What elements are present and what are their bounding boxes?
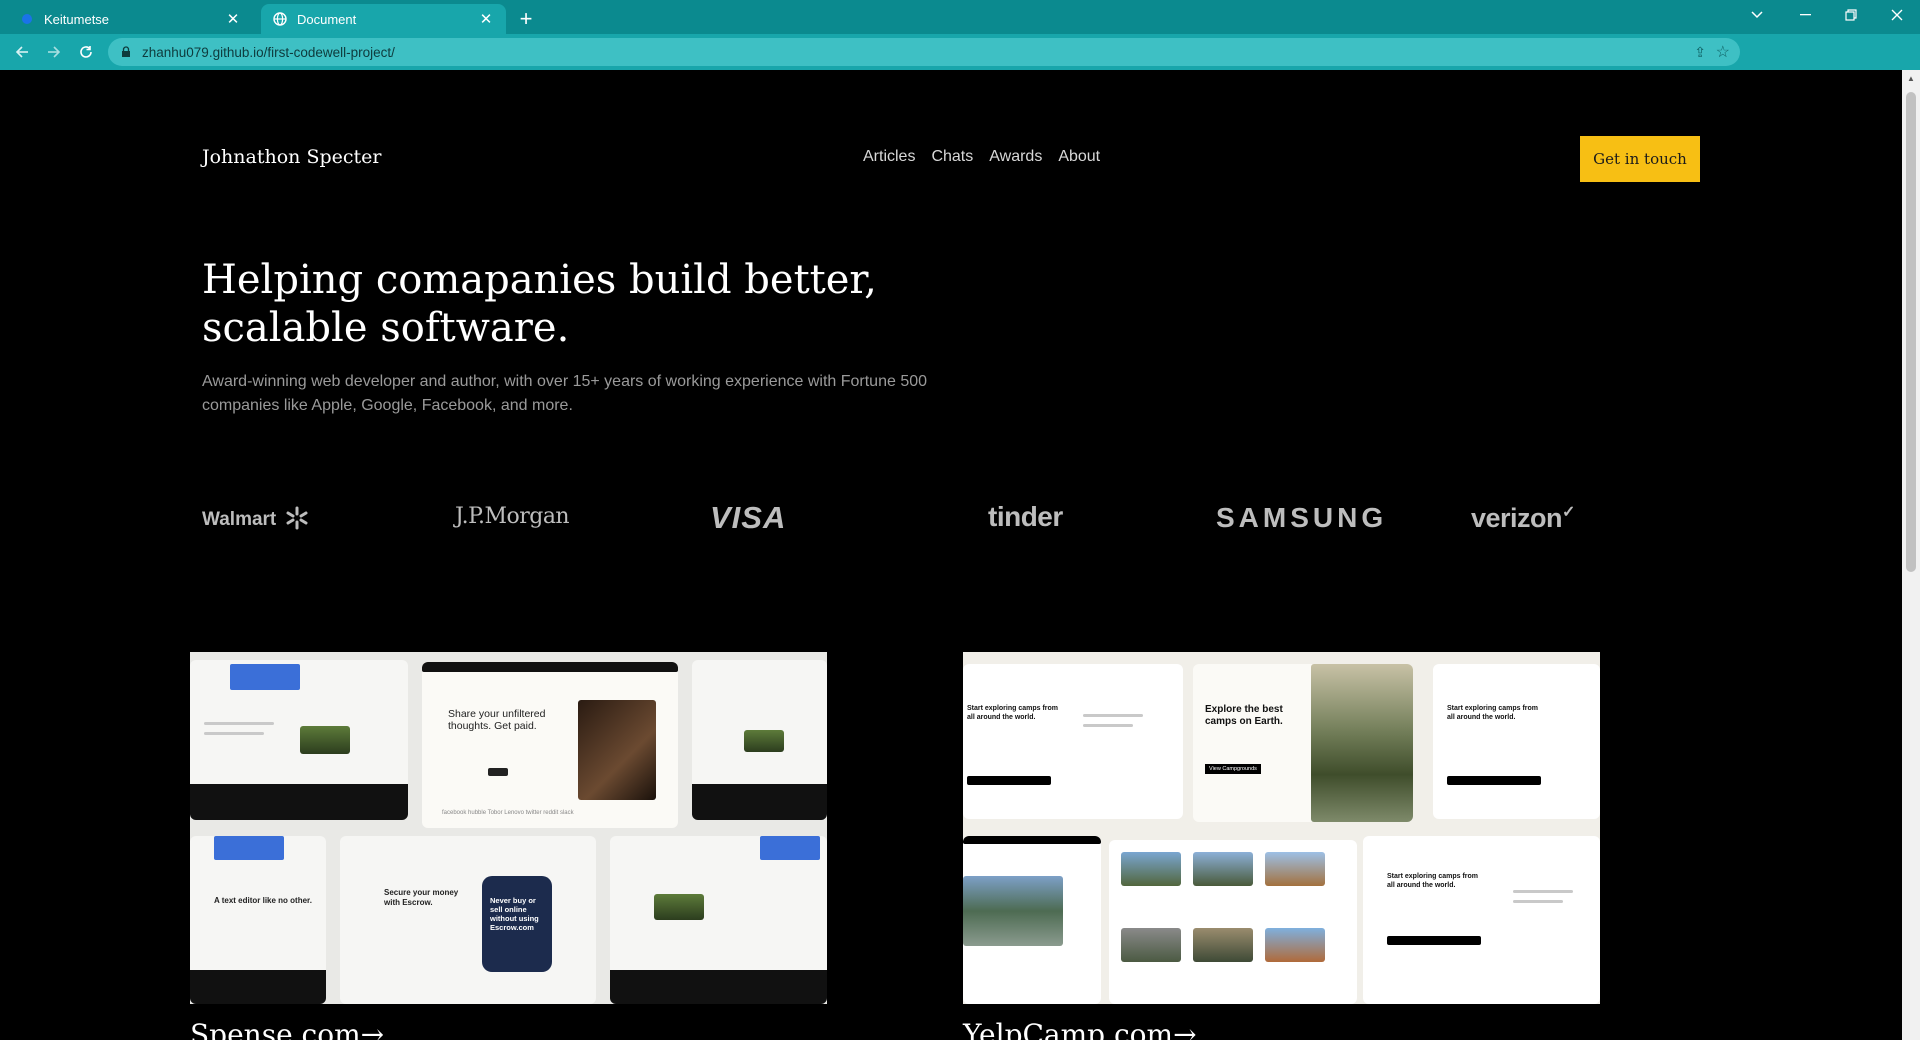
mockup-start-text: Start exploring camps from all around th… [1447, 705, 1539, 721]
mockup-photo [578, 700, 656, 800]
mockup-hero-text: Share your unfiltered thoughts. Get paid… [448, 708, 546, 732]
mockup-editor-text: A text editor like no other. [214, 896, 312, 905]
nav-link-chats[interactable]: Chats [931, 148, 973, 166]
spense-hero-mockup: Share your unfiltered thoughts. Get paid… [422, 662, 678, 828]
web-page: Johnathon Specter Articles Chats Awards … [0, 70, 1902, 1040]
mockup-banner [230, 664, 300, 690]
verizon-check-icon: ✓ [1562, 504, 1575, 521]
minimize-icon[interactable] [1782, 0, 1828, 30]
browser-toolbar: zhanhu079.github.io/first-codewell-proje… [0, 34, 1920, 95]
spense-mockup-tile [692, 660, 827, 820]
hero-heading: Helping comapanies build better, scalabl… [202, 256, 902, 352]
get-in-touch-button[interactable]: Get in touch [1580, 136, 1700, 182]
yelpcamp-mockup-tile: Start exploring camps from all around th… [1363, 836, 1600, 1004]
walmart-logo: Walmart [202, 506, 309, 531]
tab-title: Document [297, 11, 357, 27]
tab-strip: Keitumetse ✕ Document ✕ + [0, 0, 1920, 34]
globe-icon [273, 12, 287, 26]
nav-link-awards[interactable]: Awards [989, 148, 1042, 166]
tinder-logo: tinder [988, 501, 1063, 532]
mockup-hero-text: Explore the best camps on Earth. [1205, 704, 1283, 727]
project-card-spense[interactable]: Share your unfiltered thoughts. Get paid… [190, 652, 827, 1004]
yelpcamp-hero-mockup: Explore the best camps on Earth. View Ca… [1193, 664, 1413, 822]
samsung-logo: SAMSUNG [1216, 502, 1388, 533]
scrollbar-thumb[interactable] [1906, 92, 1916, 572]
restore-icon[interactable] [1828, 0, 1874, 30]
jpmorgan-logo: J.P.Morgan [455, 504, 570, 529]
hero-line-2: scalable software. [202, 305, 570, 351]
spense-mockup-tile [610, 836, 827, 1004]
spense-mockup-tile: A text editor like no other. [190, 836, 326, 1004]
tab-document[interactable]: Document ✕ [261, 4, 506, 34]
address-bar[interactable]: zhanhu079.github.io/first-codewell-proje… [108, 38, 1740, 66]
nav-link-articles[interactable]: Articles [863, 148, 915, 166]
back-arrow-icon[interactable] [6, 37, 38, 67]
site-brand[interactable]: Johnathon Specter [202, 146, 381, 168]
spense-mockup-tile [190, 660, 408, 820]
visa-logo: VISA [710, 500, 787, 535]
tab-title: Keitumetse [44, 11, 110, 27]
mockup-view-button: View Campgrounds [1205, 764, 1261, 774]
mockup-phone-text: Never buy or sell online without using E… [490, 896, 539, 932]
mockup-start-text: Start exploring camps from all around th… [967, 705, 1059, 721]
project-title-spense[interactable]: Spense.com→ [190, 1018, 384, 1040]
spense-escrow-mockup: Secure your money with Escrow. Never buy… [340, 836, 596, 1004]
mockup-money-text: Secure your money with Escrow. [384, 888, 459, 907]
mockup-photo [963, 876, 1063, 946]
hero-line-1: Helping comapanies build better, [202, 257, 877, 303]
scroll-up-icon[interactable]: ▲ [1902, 74, 1920, 83]
yelpcamp-mockup-tile [963, 836, 1101, 1004]
nav-link-about[interactable]: About [1058, 148, 1100, 166]
verizon-logo: verizon✓ [1471, 502, 1575, 534]
tab-close-icon[interactable]: ✕ [478, 10, 494, 28]
close-window-icon[interactable] [1874, 0, 1920, 30]
client-logos: Walmart J.P.Morgan VISA tinder SAMSUNG v… [0, 488, 1902, 548]
walmart-logo-text: Walmart [202, 509, 277, 530]
share-icon[interactable]: ⇪ [1694, 44, 1706, 61]
reload-icon[interactable] [70, 37, 102, 67]
yelpcamp-grid-mockup [1109, 840, 1357, 1004]
verizon-logo-text: verizon [1471, 503, 1563, 533]
url-text: zhanhu079.github.io/first-codewell-proje… [142, 44, 395, 60]
project-card-yelpcamp[interactable]: Start exploring camps from all around th… [963, 652, 1600, 1004]
project-title-yelpcamp[interactable]: YelpCamp.com→ [963, 1018, 1197, 1040]
tab-close-icon[interactable]: ✕ [225, 10, 241, 28]
hero-subtitle: Award-winning web developer and author, … [202, 373, 928, 414]
bookmark-star-icon[interactable]: ☆ [1716, 42, 1730, 62]
site-nav: Articles Chats Awards About [863, 148, 1100, 166]
yelpcamp-mockup-tile: Start exploring camps from all around th… [1433, 664, 1600, 819]
mockup-start-text: Start exploring camps from all around th… [1387, 873, 1479, 889]
new-tab-plus-icon[interactable]: + [512, 4, 540, 34]
tab-search-chevron-icon[interactable] [1734, 0, 1780, 30]
walmart-spark-icon [286, 506, 308, 530]
tab-favicon-icon [20, 12, 34, 26]
mockup-photo [300, 726, 350, 754]
forward-arrow-icon[interactable] [38, 37, 70, 67]
page-scrollbar[interactable]: ▲ [1902, 70, 1920, 1040]
mockup-photo [1311, 664, 1413, 822]
yelpcamp-mockup-tile: Start exploring camps from all around th… [963, 664, 1183, 819]
lock-icon[interactable] [118, 46, 134, 58]
tab-keitumetse[interactable]: Keitumetse ✕ [8, 4, 253, 34]
mockup-brands: facebook hubble Tobor Lenovo twitter red… [442, 810, 574, 816]
